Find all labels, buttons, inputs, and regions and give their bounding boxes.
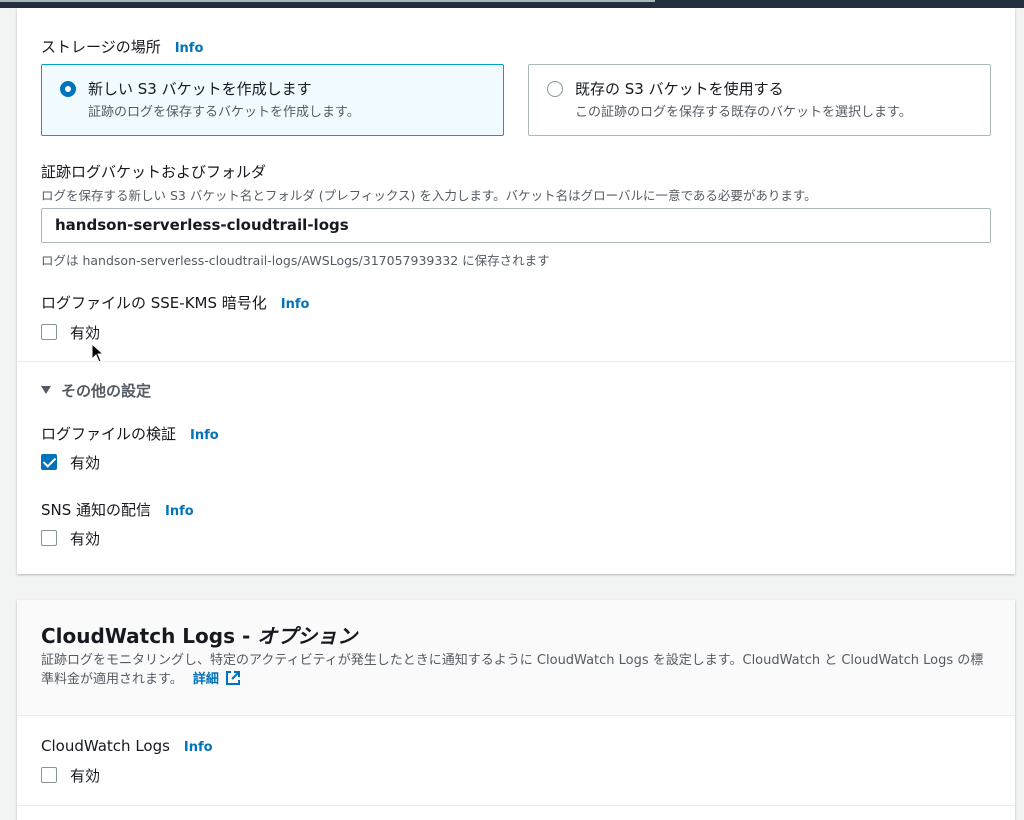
sns-info-link[interactable]: Info (165, 504, 194, 519)
details-link[interactable]: 詳細 (193, 671, 241, 687)
new-bucket-radio[interactable] (60, 81, 76, 97)
sse-kms-checkbox-label[interactable]: 有効 (70, 322, 100, 343)
log-validation-checkbox[interactable] (41, 454, 57, 470)
existing-bucket-radio[interactable] (547, 81, 563, 97)
cloudwatch-checkbox-label[interactable]: 有効 (70, 765, 100, 786)
sse-kms-info-link[interactable]: Info (281, 297, 310, 312)
bucket-folder-label: 証跡ログバケットおよびフォルダ (41, 163, 267, 181)
existing-bucket-desc: この証跡のログを保存する既存のバケットを選択します。 (575, 105, 912, 120)
section-divider (17, 361, 1015, 362)
sns-text: SNS 通知の配信 (41, 501, 152, 519)
other-settings-expander[interactable]: その他の設定 (41, 380, 151, 401)
cloudwatch-panel: CloudWatch Logs - オプション 証跡ログをモニタリングし、特定の… (17, 600, 1015, 820)
existing-s3-bucket-option[interactable]: 既存の S3 バケットを使用する この証跡のログを保存する既存のバケットを選択し… (528, 64, 991, 136)
sns-label: SNS 通知の配信 Info (41, 499, 194, 520)
bucket-path-hint: ログは handson-serverless-cloudtrail-logs/A… (41, 253, 550, 268)
storage-location-text: ストレージの場所 (41, 38, 161, 56)
external-link-icon[interactable] (225, 670, 241, 692)
bucket-folder-desc: ログを保存する新しい S3 バケット名とフォルダ (プレフィックス) を入力しま… (41, 188, 817, 203)
storage-location-label: ストレージの場所 Info (41, 36, 203, 57)
storage-settings-panel: ストレージの場所 Info 新しい S3 バケットを作成します 証跡のログを保存す… (17, 8, 1015, 574)
log-validation-text: ログファイルの検証 (41, 425, 177, 443)
cloudwatch-logs-label: CloudWatch Logs Info (41, 737, 213, 755)
details-link-text[interactable]: 詳細 (193, 672, 219, 687)
cloudwatch-info-link[interactable]: Info (184, 740, 213, 755)
log-validation-checkbox-label[interactable]: 有効 (70, 452, 100, 473)
cloudwatch-desc: 証跡ログをモニタリングし、特定のアクティビティが発生したときに通知するように C… (41, 651, 986, 692)
sns-checkbox[interactable] (41, 530, 57, 546)
cloudwatch-desc-text: 証跡ログをモニタリングし、特定のアクティビティが発生したときに通知するように C… (41, 653, 984, 687)
sse-kms-text: ログファイルの SSE-KMS 暗号化 (41, 294, 267, 312)
top-bar-highlight (0, 0, 655, 2)
cloudwatch-divider (17, 805, 1015, 806)
sse-kms-checkbox[interactable] (41, 324, 57, 340)
cloudwatch-logs-text: CloudWatch Logs (41, 737, 170, 755)
mouse-cursor-icon (91, 342, 105, 367)
new-bucket-desc: 証跡のログを保存するバケットを作成します。 (88, 105, 360, 120)
top-navigation-bar (0, 0, 1024, 8)
cloudwatch-checkbox[interactable] (41, 767, 57, 783)
bucket-name-input[interactable]: handson-serverless-cloudtrail-logs (41, 208, 991, 243)
caret-down-icon (41, 386, 51, 394)
cloudwatch-header: CloudWatch Logs - オプション 証跡ログをモニタリングし、特定の… (17, 600, 1015, 716)
sse-kms-label: ログファイルの SSE-KMS 暗号化 Info (41, 292, 309, 313)
cloudwatch-title: CloudWatch Logs - オプション (41, 620, 357, 649)
storage-info-link[interactable]: Info (175, 41, 204, 56)
new-bucket-title: 新しい S3 バケットを作成します (88, 80, 312, 98)
log-validation-label: ログファイルの検証 Info (41, 423, 219, 444)
log-validation-info-link[interactable]: Info (190, 428, 219, 443)
sns-checkbox-label[interactable]: 有効 (70, 528, 100, 549)
cloudwatch-title-optional: オプション (257, 624, 358, 648)
new-s3-bucket-option[interactable]: 新しい S3 バケットを作成します 証跡のログを保存するバケットを作成します。 (41, 64, 504, 136)
existing-bucket-title: 既存の S3 バケットを使用する (575, 80, 784, 98)
other-settings-text: その他の設定 (61, 382, 152, 400)
cloudwatch-title-text: CloudWatch Logs - (41, 624, 258, 648)
